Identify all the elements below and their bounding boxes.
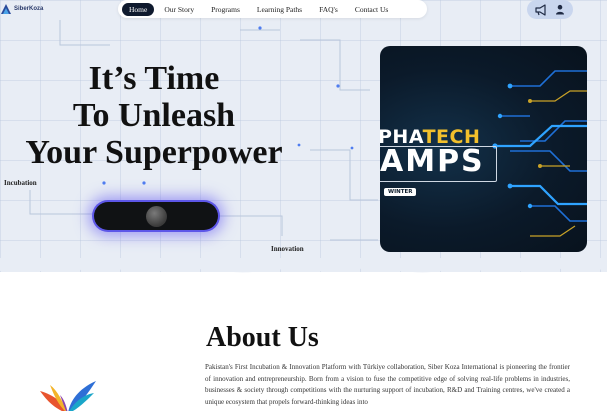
megaphone-icon[interactable] — [533, 3, 549, 17]
headline-line-3: Your Superpower — [25, 134, 283, 171]
innovation-label: Innovation — [271, 245, 304, 253]
banner-badge: WINTER — [384, 188, 417, 196]
about-title: About Us — [206, 322, 319, 353]
butterfly-logo-icon — [40, 381, 96, 411]
user-icon[interactable] — [552, 3, 568, 17]
nav-faqs[interactable]: FAQ's — [312, 3, 345, 16]
nav-home[interactable]: Home — [122, 2, 155, 16]
main-nav: Home Our Story Programs Learning Paths F… — [118, 0, 427, 18]
nav-programs[interactable]: Programs — [204, 3, 247, 16]
nav-learning-paths[interactable]: Learning Paths — [250, 3, 309, 16]
banner-title-bottom: AMPS — [380, 144, 485, 179]
headline-line-1: It’s Time — [88, 60, 220, 97]
brand-name: SiberKoza — [14, 6, 44, 12]
hero-headline: It’s Time To Unleash Your Superpower — [8, 60, 300, 171]
program-banner[interactable]: PHATECH AMPS WINTER — [380, 46, 587, 252]
brand-logo[interactable]: SiberKoza — [0, 2, 43, 16]
hero-wave-divider — [0, 258, 607, 273]
toggle-knob[interactable] — [146, 206, 167, 227]
incubation-label: Incubation — [4, 179, 37, 187]
nav-our-story[interactable]: Our Story — [157, 3, 201, 16]
hero-section: SiberKoza Home Our Story Programs Learni… — [0, 0, 607, 272]
nav-contact-us[interactable]: Contact Us — [348, 3, 396, 16]
about-paragraph: Pakistan's First Incubation & Innovation… — [205, 363, 570, 406]
glow-toggle[interactable] — [94, 202, 218, 230]
nav-actions — [527, 0, 573, 19]
headline-line-2: To Unleash — [72, 97, 236, 134]
logo-icon — [1, 4, 11, 14]
